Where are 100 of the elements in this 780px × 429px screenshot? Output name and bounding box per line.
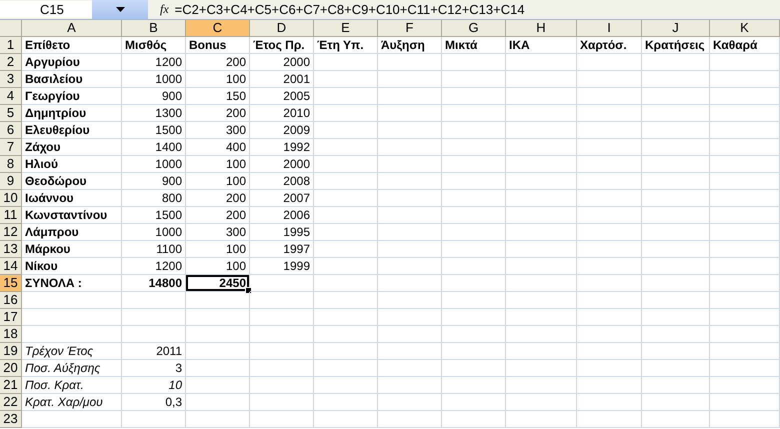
- table-cell[interactable]: [442, 377, 506, 394]
- table-cell[interactable]: [506, 258, 577, 275]
- table-cell[interactable]: [506, 71, 577, 88]
- table-cell[interactable]: [577, 360, 642, 377]
- table-cell[interactable]: [250, 343, 314, 360]
- table-cell[interactable]: [710, 292, 780, 309]
- table-cell[interactable]: [378, 105, 442, 122]
- table-cell[interactable]: [710, 309, 780, 326]
- table-cell[interactable]: [314, 258, 378, 275]
- column-header[interactable]: K: [710, 20, 780, 37]
- table-cell[interactable]: 1100: [122, 241, 186, 258]
- table-cell[interactable]: Κρατήσεις: [642, 37, 710, 54]
- fill-handle[interactable]: [245, 287, 252, 294]
- table-cell[interactable]: 200: [186, 207, 250, 224]
- table-cell[interactable]: [577, 275, 642, 292]
- table-cell[interactable]: [250, 411, 314, 428]
- table-cell[interactable]: [22, 411, 122, 428]
- table-cell[interactable]: [710, 139, 780, 156]
- table-cell[interactable]: Άυξηση: [378, 37, 442, 54]
- table-cell[interactable]: [250, 377, 314, 394]
- row-header[interactable]: 13: [0, 241, 22, 258]
- table-cell[interactable]: [506, 377, 577, 394]
- table-cell[interactable]: [577, 258, 642, 275]
- table-cell[interactable]: [577, 139, 642, 156]
- table-cell[interactable]: [642, 71, 710, 88]
- column-header[interactable]: F: [378, 20, 442, 37]
- table-cell[interactable]: [642, 156, 710, 173]
- table-cell[interactable]: [642, 139, 710, 156]
- table-cell[interactable]: [22, 326, 122, 343]
- table-cell[interactable]: Αργυρίου: [22, 54, 122, 71]
- table-cell[interactable]: [378, 224, 442, 241]
- column-header[interactable]: G: [442, 20, 506, 37]
- table-cell[interactable]: [314, 411, 378, 428]
- table-cell[interactable]: [577, 326, 642, 343]
- table-cell[interactable]: 1995: [250, 224, 314, 241]
- table-cell[interactable]: Κρατ. Χαρ/μου: [22, 394, 122, 411]
- row-header[interactable]: 23: [0, 411, 22, 428]
- table-cell[interactable]: [378, 360, 442, 377]
- table-cell[interactable]: [506, 394, 577, 411]
- table-cell[interactable]: 800: [122, 190, 186, 207]
- table-cell[interactable]: [378, 343, 442, 360]
- table-cell[interactable]: [642, 360, 710, 377]
- table-cell[interactable]: [710, 88, 780, 105]
- column-header[interactable]: A: [22, 20, 122, 37]
- table-cell[interactable]: [442, 122, 506, 139]
- table-cell[interactable]: Βασιλείου: [22, 71, 122, 88]
- table-cell[interactable]: [642, 207, 710, 224]
- table-cell[interactable]: [710, 105, 780, 122]
- table-cell[interactable]: [710, 258, 780, 275]
- table-cell[interactable]: [577, 71, 642, 88]
- table-cell[interactable]: [314, 105, 378, 122]
- table-cell[interactable]: [710, 71, 780, 88]
- table-cell[interactable]: [378, 88, 442, 105]
- table-cell[interactable]: [442, 275, 506, 292]
- table-cell[interactable]: 300: [186, 122, 250, 139]
- table-cell[interactable]: [442, 343, 506, 360]
- table-cell[interactable]: [442, 54, 506, 71]
- table-cell[interactable]: [506, 309, 577, 326]
- table-cell[interactable]: [442, 190, 506, 207]
- table-cell[interactable]: Τρέχον Έτος: [22, 343, 122, 360]
- table-cell[interactable]: [577, 122, 642, 139]
- table-cell[interactable]: 2006: [250, 207, 314, 224]
- table-cell[interactable]: [642, 377, 710, 394]
- table-cell[interactable]: 2000: [250, 156, 314, 173]
- table-cell[interactable]: [506, 360, 577, 377]
- table-cell[interactable]: [314, 122, 378, 139]
- table-cell[interactable]: [710, 360, 780, 377]
- table-cell[interactable]: [442, 224, 506, 241]
- table-cell[interactable]: [506, 275, 577, 292]
- table-cell[interactable]: [577, 173, 642, 190]
- table-cell[interactable]: [710, 394, 780, 411]
- row-header[interactable]: 20: [0, 360, 22, 377]
- table-cell[interactable]: [186, 411, 250, 428]
- table-cell[interactable]: [442, 360, 506, 377]
- table-cell[interactable]: 1200: [122, 54, 186, 71]
- column-header[interactable]: C: [186, 20, 250, 37]
- table-cell[interactable]: [442, 71, 506, 88]
- column-header[interactable]: I: [577, 20, 642, 37]
- table-cell[interactable]: [186, 343, 250, 360]
- table-cell[interactable]: 2000: [250, 54, 314, 71]
- table-cell[interactable]: [314, 207, 378, 224]
- table-cell[interactable]: [378, 377, 442, 394]
- table-cell[interactable]: [506, 54, 577, 71]
- table-cell[interactable]: [710, 241, 780, 258]
- table-cell[interactable]: 1500: [122, 207, 186, 224]
- row-header[interactable]: 9: [0, 173, 22, 190]
- table-cell[interactable]: [122, 326, 186, 343]
- table-cell[interactable]: [378, 71, 442, 88]
- table-cell[interactable]: [506, 292, 577, 309]
- table-cell[interactable]: [642, 326, 710, 343]
- table-cell[interactable]: [378, 122, 442, 139]
- table-cell[interactable]: 1400: [122, 139, 186, 156]
- table-cell[interactable]: [642, 275, 710, 292]
- table-cell[interactable]: 100: [186, 156, 250, 173]
- table-cell[interactable]: [314, 343, 378, 360]
- table-cell[interactable]: [642, 88, 710, 105]
- table-cell[interactable]: 2008: [250, 173, 314, 190]
- table-cell[interactable]: [186, 360, 250, 377]
- table-cell[interactable]: Ποσ. Αύξησης: [22, 360, 122, 377]
- table-cell[interactable]: 200: [186, 54, 250, 71]
